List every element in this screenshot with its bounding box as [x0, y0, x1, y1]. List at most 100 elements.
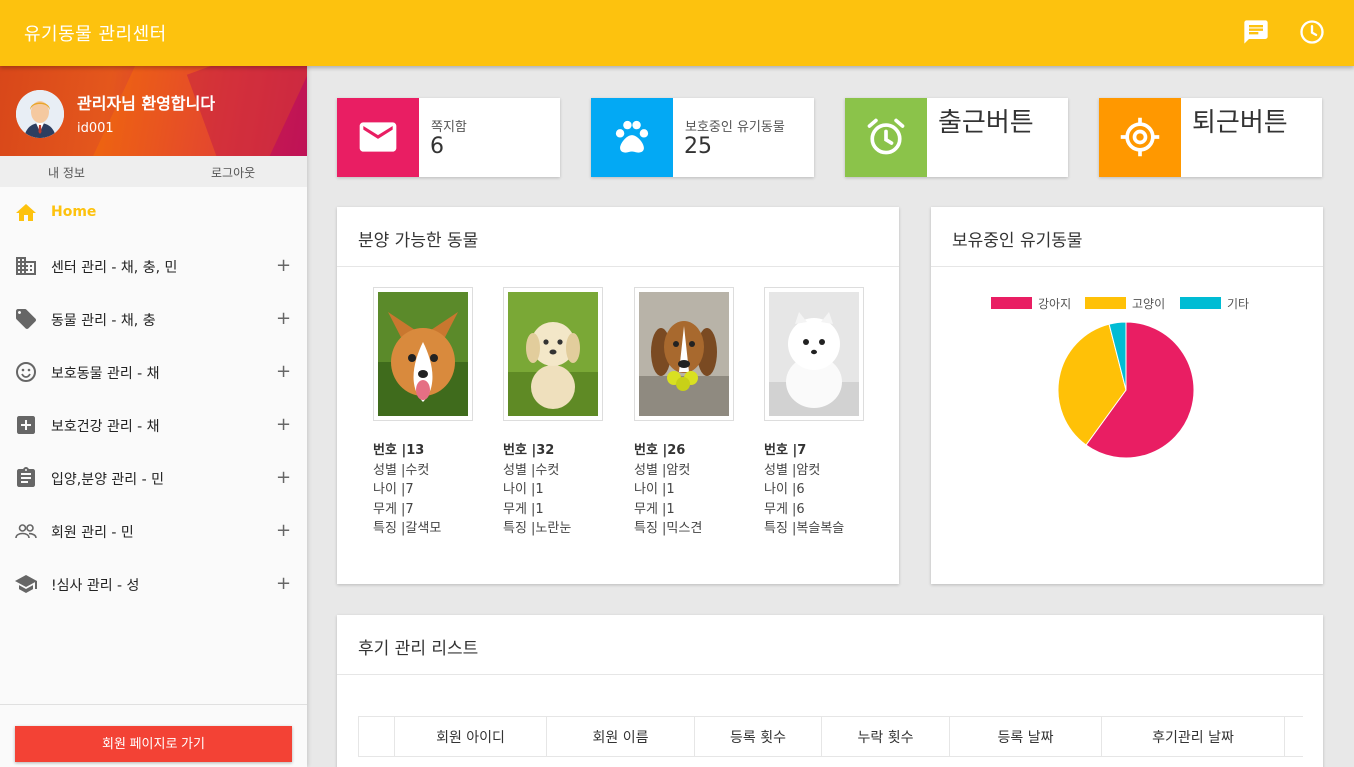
column-header[interactable]: 회원 이름: [546, 716, 695, 757]
animal-info: 번호 |26 성별 |암컷 나이 |1 무게 |1 특징 |믹스견: [634, 441, 744, 539]
column-header[interactable]: 회원 아이디: [394, 716, 547, 757]
medical-cross-icon: [17, 416, 35, 434]
pie-chart: [1057, 321, 1195, 459]
animal-info: 번호 |32 성별 |수컷 나이 |1 무게 |1 특징 |노란눈: [503, 441, 613, 539]
info-box-icon-area: [1099, 98, 1181, 177]
info-box-protected[interactable]: 보호중인 유기동물 25: [591, 98, 814, 177]
animal-age: 나이 |1: [503, 482, 544, 497]
animal-feature: 특징 |믹스견: [634, 521, 703, 536]
column-header[interactable]: 등록 횟수: [694, 716, 822, 757]
info-box-label: 보호중인 유기동물: [685, 120, 785, 135]
card-title: 보유중인 유기동물: [952, 231, 1083, 251]
sidebar-item-label: !심사 관리 - 성: [51, 578, 140, 594]
animal-sex: 성별 |암컷: [764, 462, 821, 478]
animal-number: 번호 |26: [634, 443, 686, 458]
animal-age: 나이 |1: [634, 482, 675, 497]
home-icon: [16, 204, 36, 221]
animal-info: 번호 |7 성별 |암컷 나이 |6 무게 |6 특징 |복슬복슬: [764, 441, 874, 539]
clock-icon[interactable]: [1298, 18, 1326, 46]
animal-card[interactable]: 번호 |26 성별 |암컷 나이 |1 무게 |1 특징 |믹스견: [634, 287, 744, 539]
sidebar-item-center[interactable]: 센터 관리 - 채, 충, 민 +: [0, 246, 307, 286]
my-info-link[interactable]: 내 정보: [48, 164, 85, 181]
sidebar-item-label: 동물 관리 - 채, 충: [51, 313, 156, 329]
app-title: 유기동물 관리센터: [24, 24, 167, 45]
info-box-messages[interactable]: 쪽지함 6: [337, 98, 560, 177]
animal-photo[interactable]: [373, 287, 473, 421]
expand-icon[interactable]: +: [276, 361, 291, 382]
sidebar-item-home[interactable]: Home: [0, 193, 307, 233]
adoptable-animals-card: 분양 가능한 동물 번호 |13 성별 |수컷 나이 |7 무게 |7 특징 |…: [337, 207, 899, 584]
expand-icon[interactable]: +: [276, 573, 291, 594]
people-icon: [15, 524, 37, 539]
animal-weight: 무게 |7: [373, 501, 414, 517]
user-id: id001: [77, 121, 114, 136]
sidebar-item-animal[interactable]: 동물 관리 - 채, 충 +: [0, 299, 307, 339]
sidebar-item-review[interactable]: !심사 관리 - 성 +: [0, 564, 307, 604]
expand-icon[interactable]: +: [276, 467, 291, 488]
animal-card[interactable]: 번호 |13 성별 |수컷 나이 |7 무게 |7 특징 |갈색모: [373, 287, 483, 539]
legend-label: 강아지: [1038, 297, 1072, 311]
card-header: 분양 가능한 동물: [337, 207, 899, 267]
column-header[interactable]: [1284, 716, 1303, 757]
avatar[interactable]: [16, 90, 64, 138]
column-header[interactable]: 후기관리 날짜: [1101, 716, 1285, 757]
sidebar-item-members[interactable]: 회원 관리 - 민 +: [0, 511, 307, 551]
animal-card[interactable]: 번호 |7 성별 |암컷 나이 |6 무게 |6 특징 |복슬복슬: [764, 287, 874, 539]
alarm-icon: [867, 118, 905, 155]
animal-number: 번호 |7: [764, 443, 807, 458]
sidebar-item-label: 센터 관리 - 채, 충, 민: [51, 260, 178, 276]
legend-label: 기타: [1227, 297, 1250, 311]
review-table: 회원 아이디 회원 이름 등록 횟수 누락 횟수 등록 날짜 후기관리 날짜: [358, 716, 1303, 757]
sidebar-item-label: 입양,분양 관리 - 민: [51, 472, 165, 488]
animal-age: 나이 |6: [764, 482, 805, 497]
owned-animals-card: 보유중인 유기동물 강아지 고양이 기타: [931, 207, 1323, 584]
building-icon: [16, 257, 36, 275]
expand-icon[interactable]: +: [276, 414, 291, 435]
check-in-button[interactable]: 출근버튼: [845, 98, 1068, 177]
check-in-label: 출근버튼: [938, 108, 1034, 138]
animal-feature: 특징 |갈색모: [373, 521, 442, 536]
animal-age: 나이 |7: [373, 482, 414, 497]
column-header[interactable]: 누락 횟수: [821, 716, 950, 757]
info-box-icon-area: [337, 98, 419, 177]
info-box-icon-area: [591, 98, 673, 177]
expand-icon[interactable]: +: [276, 255, 291, 276]
smiley-icon: [16, 362, 36, 382]
animal-info: 번호 |13 성별 |수컷 나이 |7 무게 |7 특징 |갈색모: [373, 441, 483, 539]
card-title: 분양 가능한 동물: [358, 231, 479, 251]
animal-photo[interactable]: [503, 287, 603, 421]
check-out-button[interactable]: 퇴근버튼: [1099, 98, 1322, 177]
animal-number: 번호 |13: [373, 443, 425, 458]
sidebar: 관리자님 환영합니다 id001 내 정보 로그아웃 Home 센터 관리 - …: [0, 66, 307, 767]
legend-swatch: [991, 297, 1032, 309]
sidebar-item-adoption[interactable]: 입양,분양 관리 - 민 +: [0, 458, 307, 498]
animal-photo[interactable]: [764, 287, 864, 421]
column-header[interactable]: 등록 날짜: [949, 716, 1102, 757]
sidebar-item-label: 회원 관리 - 민: [51, 525, 134, 541]
animal-feature: 특징 |복슬복슬: [764, 521, 845, 536]
animal-card[interactable]: 번호 |32 성별 |수컷 나이 |1 무게 |1 특징 |노란눈: [503, 287, 613, 539]
message-icon[interactable]: [1242, 18, 1270, 46]
expand-icon[interactable]: +: [276, 308, 291, 329]
sidebar-item-health[interactable]: 보호건강 관리 - 채 +: [0, 405, 307, 445]
animal-sex: 성별 |암컷: [634, 462, 691, 478]
mail-icon: [359, 122, 397, 152]
animal-weight: 무게 |1: [634, 501, 675, 517]
info-box-value: 6: [430, 134, 444, 159]
legend-swatch: [1085, 297, 1126, 309]
check-out-label: 퇴근버튼: [1192, 108, 1288, 138]
card-title: 후기 관리 리스트: [358, 639, 479, 659]
expand-icon[interactable]: +: [276, 520, 291, 541]
animal-number: 번호 |32: [503, 443, 555, 458]
member-page-button[interactable]: 회원 페이지로 가기: [15, 726, 292, 762]
review-list-card: 후기 관리 리스트 회원 아이디 회원 이름 등록 횟수 누락 횟수 등록 날짜…: [337, 615, 1323, 767]
animal-sex: 성별 |수컷: [503, 462, 560, 478]
column-header[interactable]: [358, 716, 395, 757]
top-bar: 유기동물 관리센터: [0, 0, 1354, 66]
card-header: 후기 관리 리스트: [337, 615, 1323, 675]
logout-link[interactable]: 로그아웃: [211, 164, 255, 181]
sidebar-item-protected[interactable]: 보호동물 관리 - 채 +: [0, 352, 307, 392]
animal-photo[interactable]: [634, 287, 734, 421]
animal-weight: 무게 |6: [764, 501, 805, 517]
legend-swatch: [1180, 297, 1221, 309]
